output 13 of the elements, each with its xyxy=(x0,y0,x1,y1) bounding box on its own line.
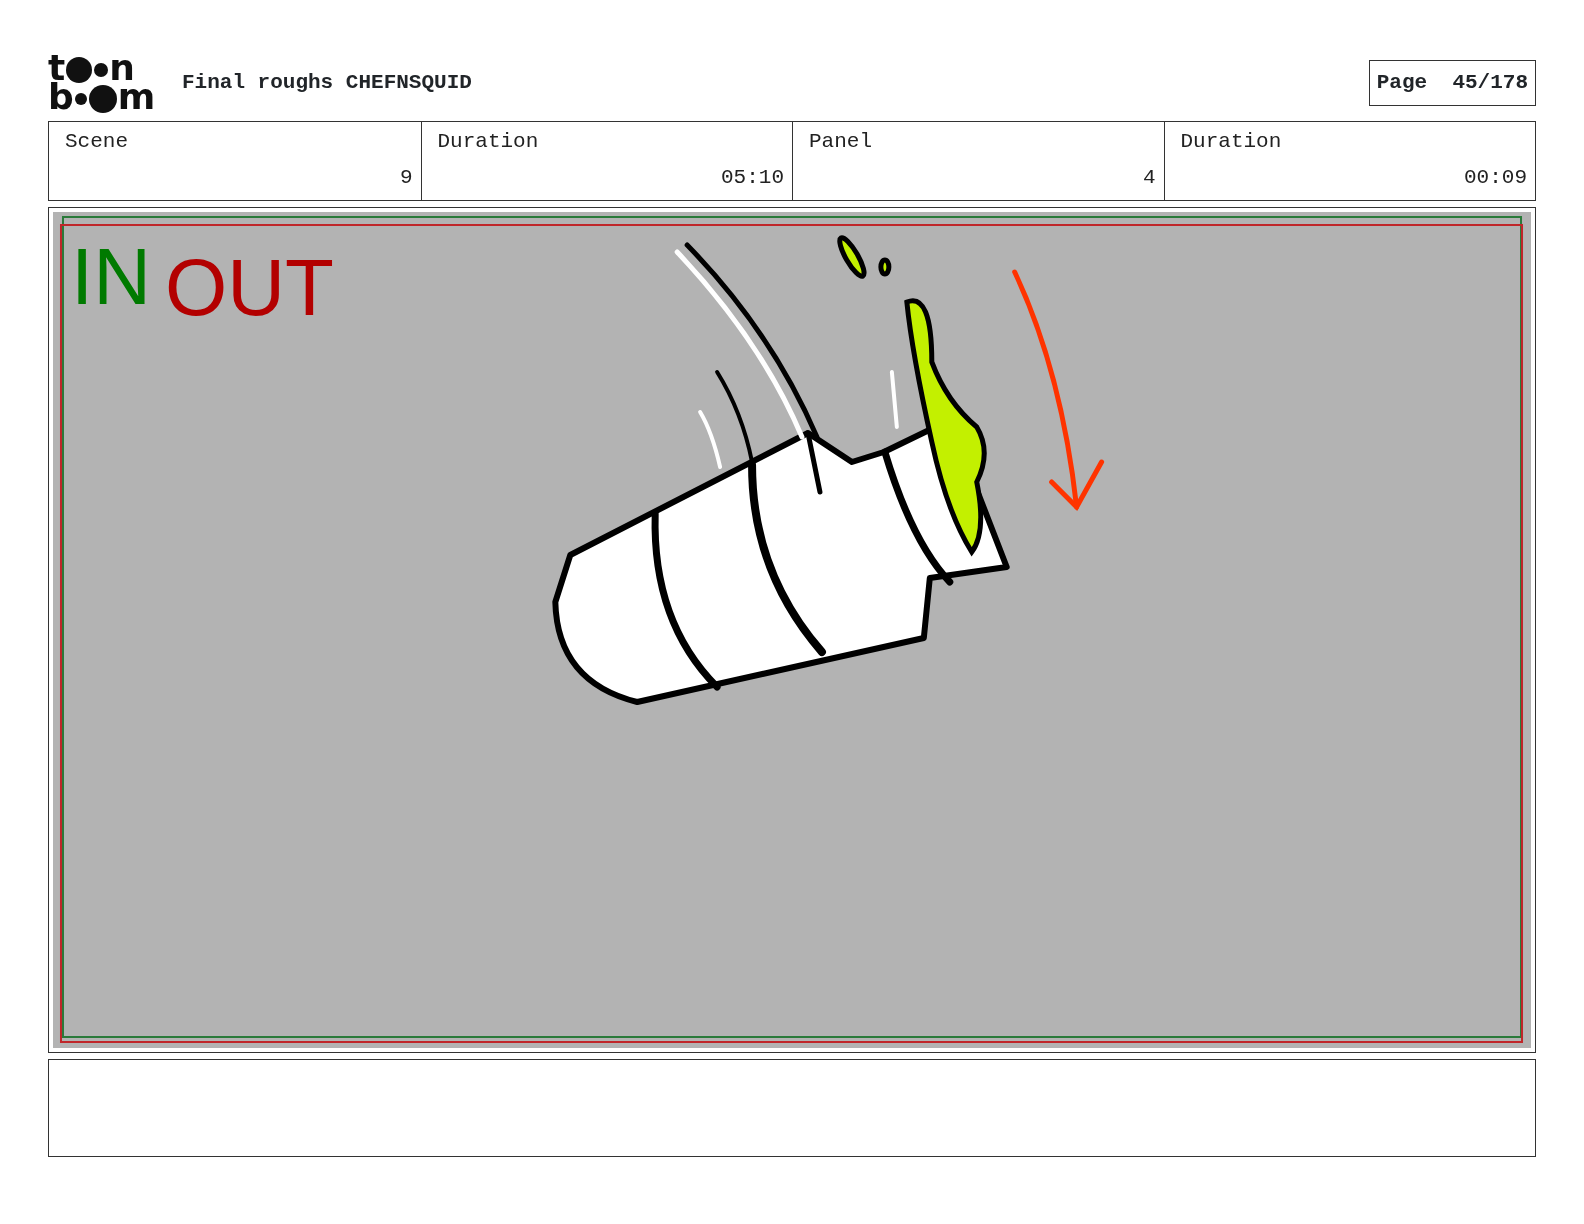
logo: t n b m xyxy=(48,53,157,113)
field-value: 9 xyxy=(399,164,413,191)
out-marker: OUT xyxy=(165,248,334,328)
field-value: 00:09 xyxy=(1464,164,1527,191)
field-value: 05:10 xyxy=(721,164,784,191)
field-label: Panel xyxy=(809,129,873,155)
field-value: 4 xyxy=(1142,164,1156,191)
field-label: Scene xyxy=(65,129,129,155)
field-label: Duration xyxy=(437,129,540,155)
page-counter: Page 45/178 xyxy=(1368,60,1536,106)
field-label: Duration xyxy=(1180,129,1283,155)
document-title: Final roughs CHEFNSQUID xyxy=(182,70,472,97)
in-marker: IN xyxy=(71,237,151,317)
